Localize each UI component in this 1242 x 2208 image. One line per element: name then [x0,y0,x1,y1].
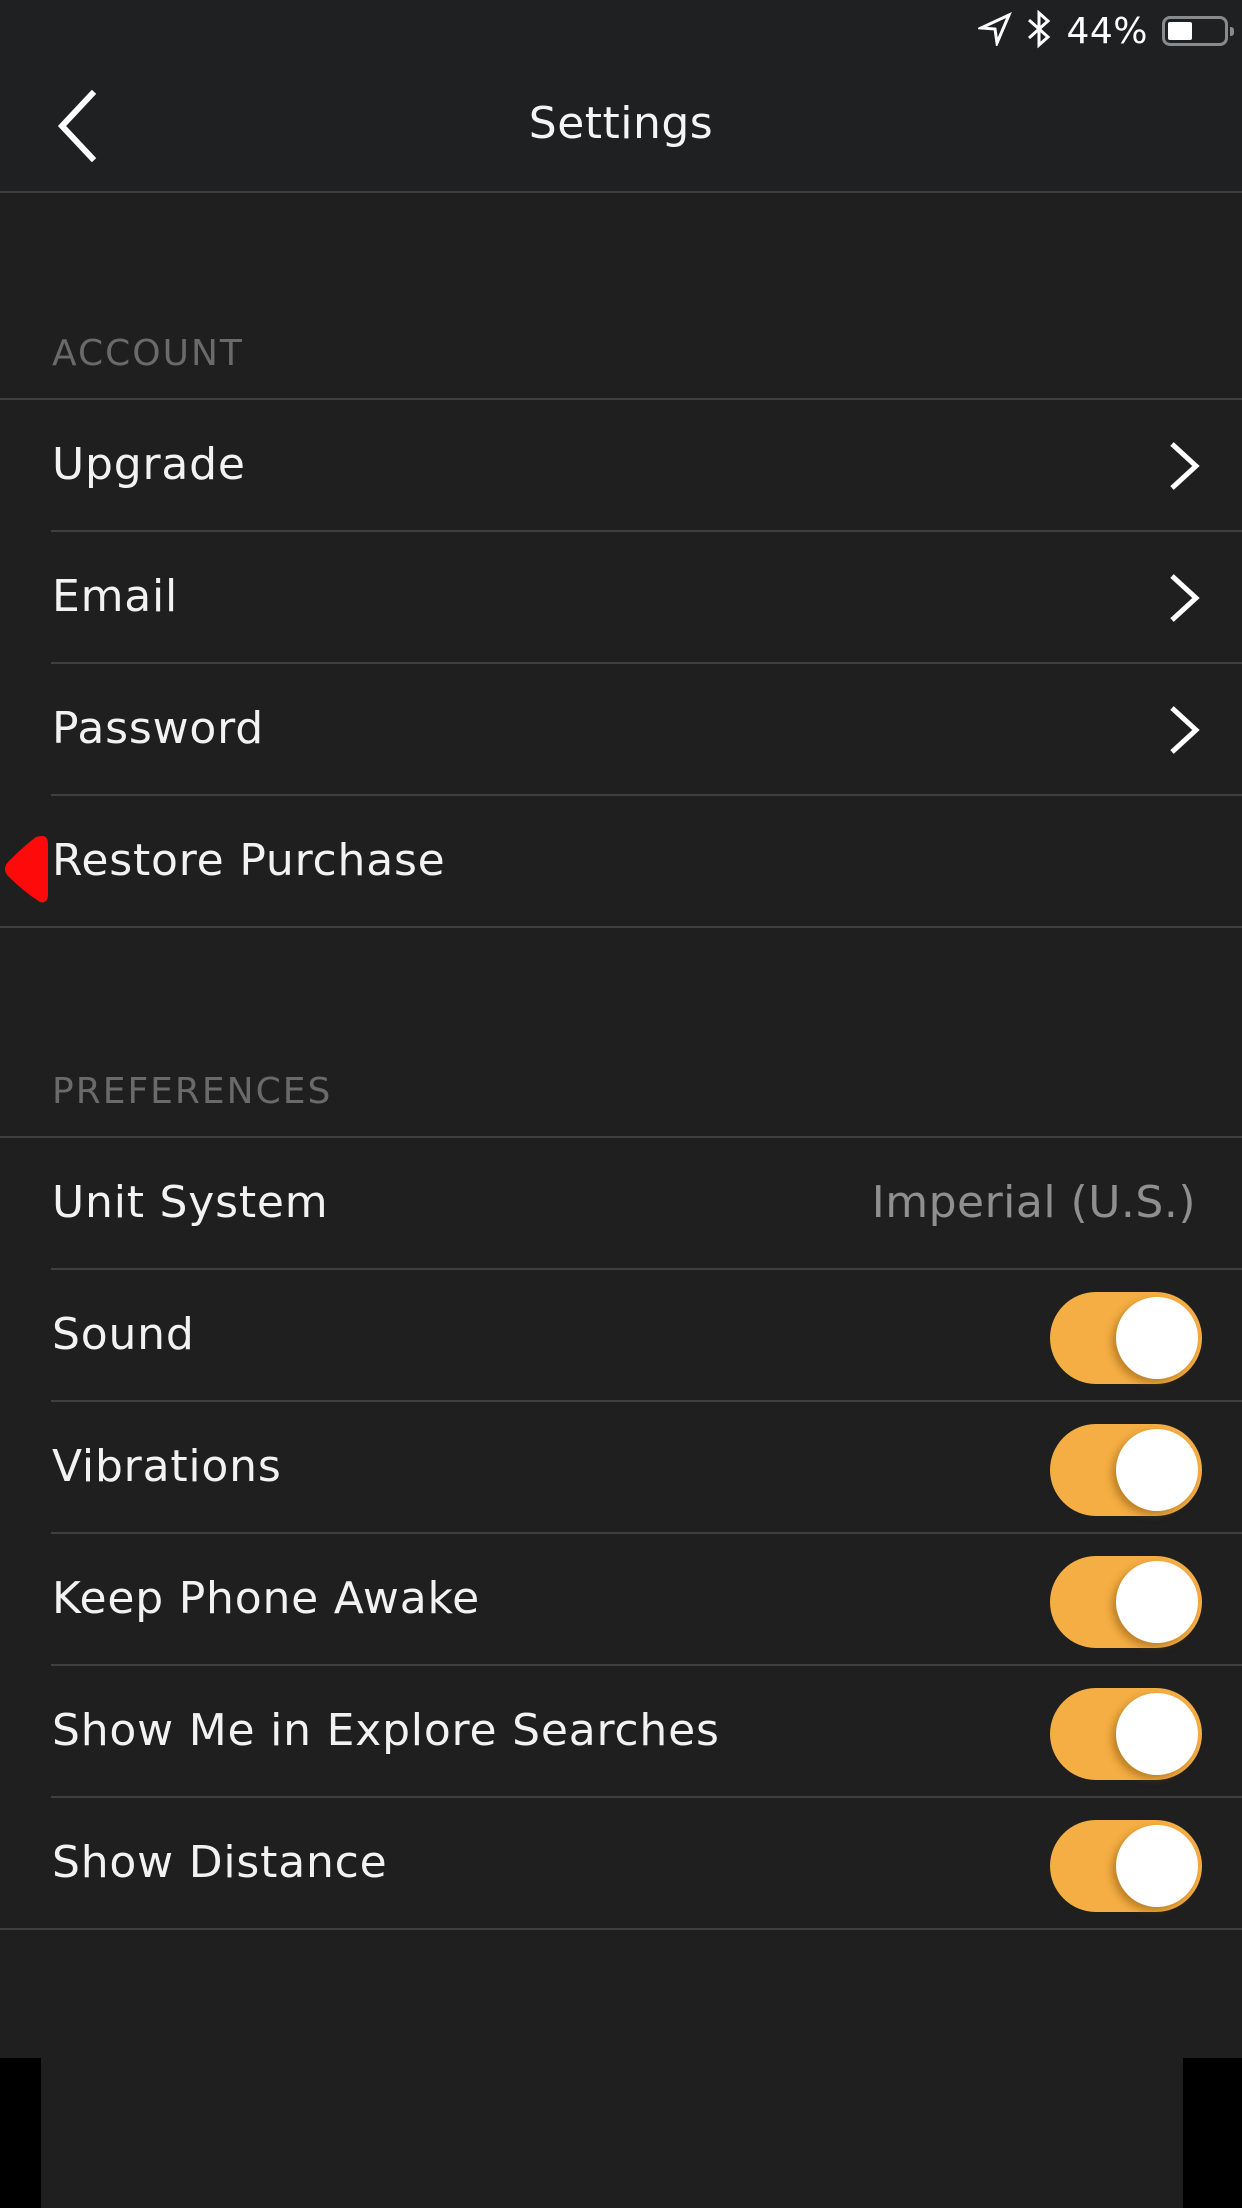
row-password[interactable]: Password [0,664,1242,796]
battery-level-fill [1168,22,1192,40]
section-header-account: ACCOUNT [52,333,244,374]
toggle-knob [1116,1825,1198,1907]
page-title: Settings [528,98,714,149]
row-label: Unit System [52,1177,329,1228]
status-bar: 44% [0,0,1242,62]
row-email[interactable]: Email [0,532,1242,664]
row-label: Email [52,571,179,622]
status-indicators: 44% [975,8,1234,54]
row-restore-purchase[interactable]: Restore Purchase [0,796,1242,928]
bluetooth-icon [1026,9,1052,53]
row-show-distance: Show Distance [0,1798,1242,1930]
row-unit-system[interactable]: Unit System Imperial (U.S.) [0,1138,1242,1270]
section-header-preferences: PREFERENCES [52,1071,333,1112]
show-me-in-explore-toggle[interactable] [1050,1688,1202,1780]
row-vibrations: Vibrations [0,1402,1242,1534]
toggle-knob [1116,1561,1198,1643]
keep-phone-awake-toggle[interactable] [1050,1556,1202,1648]
row-label: Upgrade [52,439,246,490]
chevron-right-icon [1170,574,1200,622]
chevron-right-icon [1170,442,1200,490]
sound-toggle[interactable] [1050,1292,1202,1384]
row-sound: Sound [0,1270,1242,1402]
row-label: Show Me in Explore Searches [52,1705,720,1756]
vibrations-toggle[interactable] [1050,1424,1202,1516]
row-divider [0,1928,1242,1930]
row-upgrade[interactable]: Upgrade [0,400,1242,532]
row-label: Restore Purchase [52,835,446,886]
battery-icon [1162,16,1234,46]
toggle-knob [1116,1429,1198,1511]
bottom-letterbox-right [1183,2058,1242,2208]
location-arrow-icon [975,11,1013,50]
row-label: Keep Phone Awake [52,1573,481,1624]
unit-system-value: Imperial (U.S.) [871,1177,1196,1228]
pointer-marker-icon [5,836,48,903]
row-label: Password [52,703,264,754]
battery-percentage: 44% [1066,10,1148,52]
bottom-letterbox-left [0,2058,41,2208]
row-label: Vibrations [52,1441,282,1492]
row-keep-phone-awake: Keep Phone Awake [0,1534,1242,1666]
chevron-right-icon [1170,706,1200,754]
row-show-me-in-explore: Show Me in Explore Searches [0,1666,1242,1798]
toggle-knob [1116,1693,1198,1775]
show-distance-toggle[interactable] [1050,1820,1202,1912]
toggle-knob [1116,1297,1198,1379]
row-label: Sound [52,1309,195,1360]
row-label: Show Distance [52,1837,388,1888]
row-divider [0,926,1242,928]
navigation-bar: Settings [0,62,1242,193]
